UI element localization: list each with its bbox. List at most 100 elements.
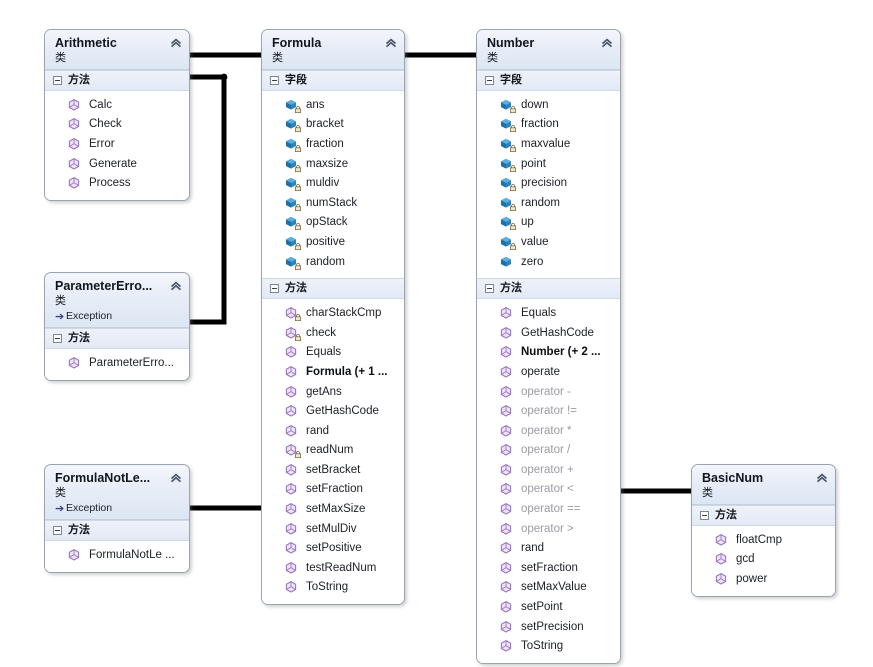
method-icon <box>499 561 513 575</box>
member-row[interactable]: operator == <box>483 499 614 519</box>
collapse-toggle-icon[interactable] <box>270 284 279 294</box>
member-row[interactable]: power <box>698 569 829 589</box>
class-box-number[interactable]: Number 类 字段 down fraction maxvalue point pre… <box>476 29 621 665</box>
method-icon <box>284 365 298 379</box>
member-row[interactable]: Number (+ 2 ... <box>483 343 614 363</box>
collapse-toggle-icon[interactable] <box>270 76 279 85</box>
member-row[interactable]: Generate <box>51 154 183 174</box>
collapse-toggle-icon[interactable] <box>700 511 709 520</box>
member-row[interactable]: operator * <box>483 421 614 441</box>
member-row[interactable]: ToString <box>268 578 398 598</box>
member-row[interactable]: up <box>483 213 614 233</box>
member-row[interactable]: operator < <box>483 480 614 500</box>
collapse-chevron-icon[interactable] <box>169 36 183 50</box>
section-header[interactable]: 方法 <box>262 278 404 300</box>
member-row[interactable]: Equals <box>483 303 614 323</box>
class-box-basic-num[interactable]: BasicNum 类 方法 floatCmp gcd power <box>691 464 836 597</box>
member-row[interactable]: bracket <box>268 115 398 135</box>
member-row[interactable]: positive <box>268 232 398 252</box>
section-header[interactable]: 字段 <box>477 70 620 91</box>
section-header[interactable]: 方法 <box>477 278 620 300</box>
member-row[interactable]: ans <box>268 95 398 115</box>
member-row[interactable]: setPoint <box>483 597 614 617</box>
class-header-arithmetic: Arithmetic 类 <box>45 30 189 70</box>
member-row[interactable]: setPositive <box>268 538 398 558</box>
class-box-formula[interactable]: Formula 类 字段 ans bracket fraction maxsize mu… <box>261 29 405 606</box>
member-row[interactable]: setBracket <box>268 460 398 480</box>
member-row[interactable]: operator > <box>483 519 614 539</box>
collapse-chevron-icon[interactable] <box>384 36 398 50</box>
member-row[interactable]: rand <box>483 538 614 558</box>
field-icon <box>284 98 301 113</box>
member-row[interactable]: fraction <box>268 134 398 154</box>
member-list: floatCmp gcd power <box>692 526 835 596</box>
member-row[interactable]: operator / <box>483 441 614 461</box>
collapse-toggle-icon[interactable] <box>53 526 62 535</box>
section-header[interactable]: 字段 <box>262 70 404 91</box>
section-header[interactable]: 方法 <box>45 328 189 349</box>
member-row[interactable]: gcd <box>698 550 829 570</box>
collapse-chevron-icon[interactable] <box>169 279 183 293</box>
member-row[interactable]: ParameterErro... <box>51 353 183 373</box>
class-box-arithmetic[interactable]: Arithmetic 类 方法 Calc Check Error Generat… <box>44 29 190 201</box>
member-row[interactable]: Equals <box>268 343 398 363</box>
member-row[interactable]: maxsize <box>268 154 398 174</box>
collapse-chevron-icon[interactable] <box>600 36 614 50</box>
member-row[interactable]: precision <box>483 173 614 193</box>
collapse-toggle-icon[interactable] <box>53 76 62 85</box>
member-row[interactable]: fraction <box>483 115 614 135</box>
member-row[interactable]: operator - <box>483 382 614 402</box>
member-row[interactable]: setMaxValue <box>483 578 614 598</box>
collapse-toggle-icon[interactable] <box>485 284 494 294</box>
member-row[interactable]: GetHashCode <box>268 401 398 421</box>
member-row[interactable]: operate <box>483 362 614 382</box>
member-row[interactable]: operator != <box>483 401 614 421</box>
member-row[interactable]: numStack <box>268 193 398 213</box>
member-row[interactable]: FormulaNotLe ... <box>51 545 183 565</box>
member-row[interactable]: setFraction <box>483 558 614 578</box>
member-label: floatCmp <box>736 533 783 546</box>
member-row[interactable]: value <box>483 232 614 252</box>
member-row[interactable]: zero <box>483 252 614 272</box>
section-header[interactable]: 方法 <box>45 70 189 91</box>
collapse-toggle-icon[interactable] <box>53 334 62 343</box>
section-header[interactable]: 方法 <box>692 505 835 526</box>
member-row[interactable]: Formula (+ 1 ... <box>268 362 398 382</box>
member-row[interactable]: setFraction <box>268 480 398 500</box>
section-header[interactable]: 方法 <box>45 520 189 541</box>
member-row[interactable]: Error <box>51 134 183 154</box>
member-row[interactable]: setMulDiv <box>268 519 398 539</box>
member-row[interactable]: down <box>483 95 614 115</box>
member-label: setMaxSize <box>306 503 366 516</box>
member-row[interactable]: random <box>483 193 614 213</box>
member-row[interactable]: ToString <box>483 636 614 656</box>
member-label: operator + <box>521 463 574 476</box>
member-row[interactable]: floatCmp <box>698 530 829 550</box>
member-label: ToString <box>306 581 349 594</box>
member-row[interactable]: operator + <box>483 460 614 480</box>
member-row[interactable]: setPrecision <box>483 617 614 637</box>
method-icon <box>499 541 513 555</box>
member-row[interactable]: charStackCmp <box>268 303 398 323</box>
member-row[interactable]: maxvalue <box>483 134 614 154</box>
member-row[interactable]: GetHashCode <box>483 323 614 343</box>
collapse-toggle-icon[interactable] <box>485 76 494 85</box>
member-row[interactable]: getAns <box>268 382 398 402</box>
class-box-parameter-error[interactable]: ParameterErro... 类 ➔ Exception 方法 Parame… <box>44 272 190 381</box>
member-row[interactable]: opStack <box>268 213 398 233</box>
collapse-chevron-icon[interactable] <box>169 471 183 485</box>
member-row[interactable]: Check <box>51 115 183 135</box>
member-row[interactable]: random <box>268 252 398 272</box>
member-row[interactable]: rand <box>268 421 398 441</box>
member-row[interactable]: Process <box>51 173 183 193</box>
member-row[interactable]: Calc <box>51 95 183 115</box>
member-row[interactable]: testReadNum <box>268 558 398 578</box>
member-row[interactable]: readNum <box>268 441 398 461</box>
member-row[interactable]: point <box>483 154 614 174</box>
class-box-formula-not-legal[interactable]: FormulaNotLe... 类 ➔ Exception 方法 Formula… <box>44 464 190 573</box>
member-row[interactable]: setMaxSize <box>268 499 398 519</box>
member-row[interactable]: muldiv <box>268 173 398 193</box>
field-icon <box>499 196 516 211</box>
collapse-chevron-icon[interactable] <box>815 471 829 485</box>
member-row[interactable]: check <box>268 323 398 343</box>
